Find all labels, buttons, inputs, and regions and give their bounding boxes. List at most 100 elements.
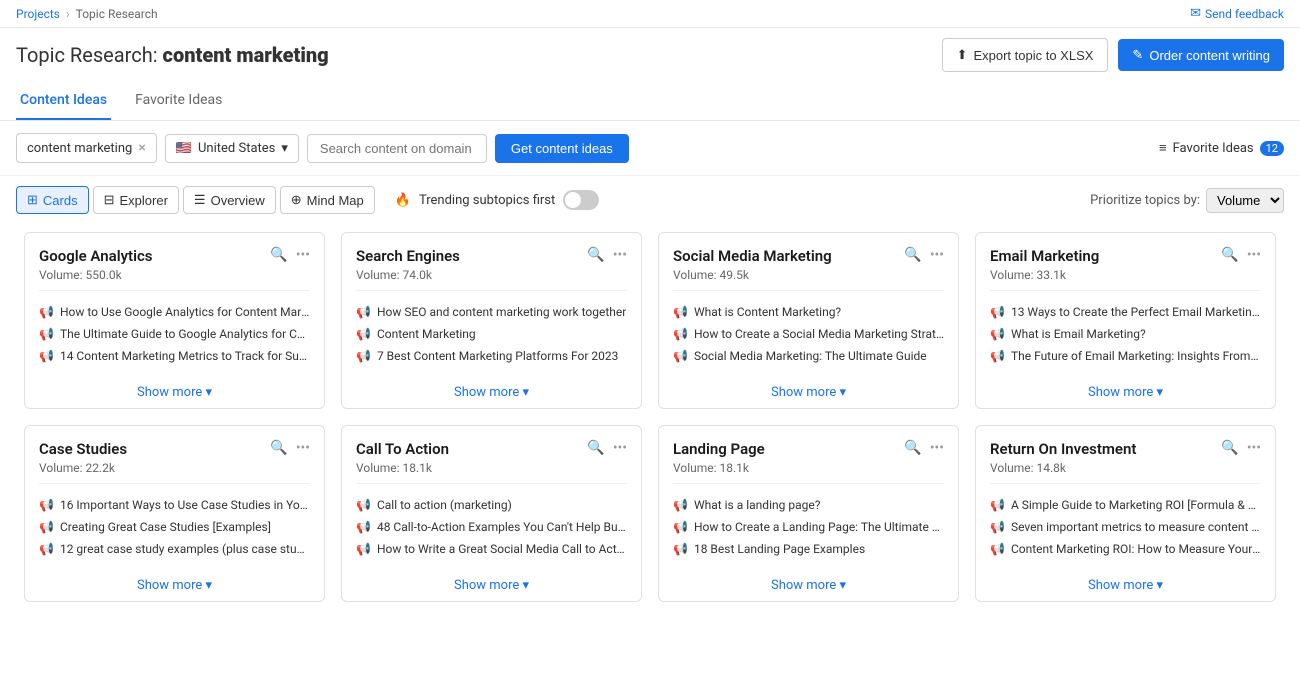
card-item-text: 7 Best Content Marketing Platforms For 2… bbox=[377, 349, 618, 363]
show-more-button[interactable]: Show more ▾ bbox=[342, 570, 641, 601]
view-controls: ⊞ Cards ⊟ Explorer ☰ Overview ⊕ Mind Map… bbox=[0, 176, 1300, 224]
card-item-text: A Simple Guide to Marketing ROI [Formula… bbox=[1011, 498, 1261, 512]
order-label: Order content writing bbox=[1149, 48, 1270, 63]
more-icon[interactable]: ••• bbox=[613, 440, 627, 456]
card-item-text: What is Content Marketing? bbox=[694, 305, 841, 319]
more-icon[interactable]: ••• bbox=[930, 440, 944, 456]
cards-icon: ⊞ bbox=[27, 192, 38, 208]
toggle-knob bbox=[565, 192, 581, 208]
search-icon[interactable]: 🔍 bbox=[587, 440, 604, 456]
megaphone-icon: 📢 bbox=[39, 349, 54, 363]
show-more-button[interactable]: Show more ▾ bbox=[25, 570, 324, 601]
more-icon[interactable]: ••• bbox=[1247, 247, 1261, 263]
show-more-button[interactable]: Show more ▾ bbox=[25, 377, 324, 408]
trending-icon: 🔥 bbox=[395, 193, 411, 208]
card-header: Call To Action Volume: 18.1k 🔍 ••• bbox=[342, 426, 641, 483]
card-item: 📢 14 Content Marketing Metrics to Track … bbox=[39, 345, 310, 367]
card-volume: Volume: 74.0k bbox=[356, 268, 587, 282]
cards-label: Cards bbox=[43, 193, 78, 208]
breadcrumb-separator: › bbox=[66, 7, 70, 21]
card-search-engines: Search Engines Volume: 74.0k 🔍 ••• 📢 How… bbox=[341, 232, 642, 409]
keyword-filter-close[interactable]: × bbox=[138, 140, 145, 156]
tab-content-ideas[interactable]: Content Ideas bbox=[16, 82, 111, 120]
search-icon[interactable]: 🔍 bbox=[904, 247, 921, 263]
search-icon[interactable]: 🔍 bbox=[270, 440, 287, 456]
mind-map-icon: ⊕ bbox=[291, 192, 302, 208]
more-icon[interactable]: ••• bbox=[296, 247, 310, 263]
card-item: 📢 What is Email Marketing? bbox=[990, 323, 1261, 345]
card-items: 📢 What is Content Marketing? 📢 How to Cr… bbox=[659, 291, 958, 377]
card-item-text: How to Write a Great Social Media Call t… bbox=[377, 542, 627, 556]
megaphone-icon: 📢 bbox=[356, 542, 371, 556]
country-select[interactable]: 🇺🇸 United States ▾ bbox=[165, 134, 299, 163]
card-item-text: 14 Content Marketing Metrics to Track fo… bbox=[60, 349, 310, 363]
card-items: 📢 16 Important Ways to Use Case Studies … bbox=[25, 484, 324, 570]
show-more-button[interactable]: Show more ▾ bbox=[659, 377, 958, 408]
show-more-button[interactable]: Show more ▾ bbox=[976, 570, 1275, 601]
favorite-ideas-link[interactable]: ≡ Favorite Ideas 12 bbox=[1159, 140, 1284, 156]
card-item-text: Call to action (marketing) bbox=[377, 498, 512, 512]
trending-switch[interactable] bbox=[563, 190, 599, 210]
megaphone-icon: 📢 bbox=[39, 520, 54, 534]
tab-favorite-ideas[interactable]: Favorite Ideas bbox=[131, 82, 226, 120]
overview-icon: ☰ bbox=[194, 192, 206, 208]
card-call-to-action: Call To Action Volume: 18.1k 🔍 ••• 📢 Cal… bbox=[341, 425, 642, 602]
more-icon[interactable]: ••• bbox=[613, 247, 627, 263]
search-icon[interactable]: 🔍 bbox=[904, 440, 921, 456]
get-ideas-button[interactable]: Get content ideas bbox=[495, 134, 629, 163]
favorite-count-badge: 12 bbox=[1260, 141, 1284, 156]
country-label: United States bbox=[198, 141, 275, 156]
search-icon[interactable]: 🔍 bbox=[1221, 440, 1238, 456]
cards-view-button[interactable]: ⊞ Cards bbox=[16, 186, 89, 214]
explorer-label: Explorer bbox=[120, 193, 168, 208]
card-item: 📢 Call to action (marketing) bbox=[356, 494, 627, 516]
mind-map-view-button[interactable]: ⊕ Mind Map bbox=[280, 186, 375, 214]
breadcrumb-projects[interactable]: Projects bbox=[16, 7, 60, 21]
card-item-text: The Ultimate Guide to Google Analytics f… bbox=[60, 327, 310, 341]
card-title: Case Studies bbox=[39, 440, 270, 458]
card-title-block: Email Marketing Volume: 33.1k bbox=[990, 247, 1221, 282]
card-title-block: Google Analytics Volume: 550.0k bbox=[39, 247, 270, 282]
prioritize-label: Prioritize topics by: bbox=[1090, 193, 1200, 208]
card-items: 📢 Call to action (marketing) 📢 48 Call-t… bbox=[342, 484, 641, 570]
card-volume: Volume: 14.8k bbox=[990, 461, 1221, 475]
send-feedback-link[interactable]: ✉ Send feedback bbox=[1190, 6, 1284, 21]
prioritize-select[interactable]: Volume bbox=[1206, 188, 1284, 213]
card-item: 📢 13 Ways to Create the Perfect Email Ma… bbox=[990, 301, 1261, 323]
search-icon[interactable]: 🔍 bbox=[587, 247, 604, 263]
card-social-media-marketing: Social Media Marketing Volume: 49.5k 🔍 •… bbox=[658, 232, 959, 409]
card-items: 📢 How SEO and content marketing work tog… bbox=[342, 291, 641, 377]
keyword-filter-text: content marketing bbox=[27, 141, 132, 156]
show-more-button[interactable]: Show more ▾ bbox=[976, 377, 1275, 408]
search-icon[interactable]: 🔍 bbox=[1221, 247, 1238, 263]
search-icon[interactable]: 🔍 bbox=[270, 247, 287, 263]
tabs: Content Ideas Favorite Ideas bbox=[0, 82, 1300, 121]
show-more-button[interactable]: Show more ▾ bbox=[342, 377, 641, 408]
card-item: 📢 How to Create a Landing Page: The Ulti… bbox=[673, 516, 944, 538]
page-title-keyword: content marketing bbox=[163, 43, 329, 67]
card-item-text: 48 Call-to-Action Examples You Can't Hel… bbox=[377, 520, 627, 534]
card-title: Email Marketing bbox=[990, 247, 1221, 265]
order-content-button[interactable]: ✎ Order content writing bbox=[1118, 39, 1284, 71]
card-item-text: How to Create a Social Media Marketing S… bbox=[694, 327, 944, 341]
card-items: 📢 What is a landing page? 📢 How to Creat… bbox=[659, 484, 958, 570]
explorer-view-button[interactable]: ⊟ Explorer bbox=[93, 186, 179, 214]
card-item-text: 16 Important Ways to Use Case Studies in… bbox=[60, 498, 310, 512]
card-items: 📢 A Simple Guide to Marketing ROI [Formu… bbox=[976, 484, 1275, 570]
card-title: Return On Investment bbox=[990, 440, 1221, 458]
card-item-text: Social Media Marketing: The Ultimate Gui… bbox=[694, 349, 927, 363]
more-icon[interactable]: ••• bbox=[1247, 440, 1261, 456]
keyword-filter[interactable]: content marketing × bbox=[16, 133, 157, 163]
more-icon[interactable]: ••• bbox=[296, 440, 310, 456]
more-icon[interactable]: ••• bbox=[930, 247, 944, 263]
card-header: Social Media Marketing Volume: 49.5k 🔍 •… bbox=[659, 233, 958, 290]
export-button[interactable]: ⬆ Export topic to XLSX bbox=[942, 38, 1109, 72]
search-domain-input[interactable] bbox=[307, 134, 487, 163]
megaphone-icon: 📢 bbox=[39, 542, 54, 556]
card-item: 📢 A Simple Guide to Marketing ROI [Formu… bbox=[990, 494, 1261, 516]
card-item: 📢 7 Best Content Marketing Platforms For… bbox=[356, 345, 627, 367]
card-item: 📢 18 Best Landing Page Examples bbox=[673, 538, 944, 560]
card-item: 📢 Seven important metrics to measure con… bbox=[990, 516, 1261, 538]
overview-view-button[interactable]: ☰ Overview bbox=[183, 186, 276, 214]
show-more-button[interactable]: Show more ▾ bbox=[659, 570, 958, 601]
